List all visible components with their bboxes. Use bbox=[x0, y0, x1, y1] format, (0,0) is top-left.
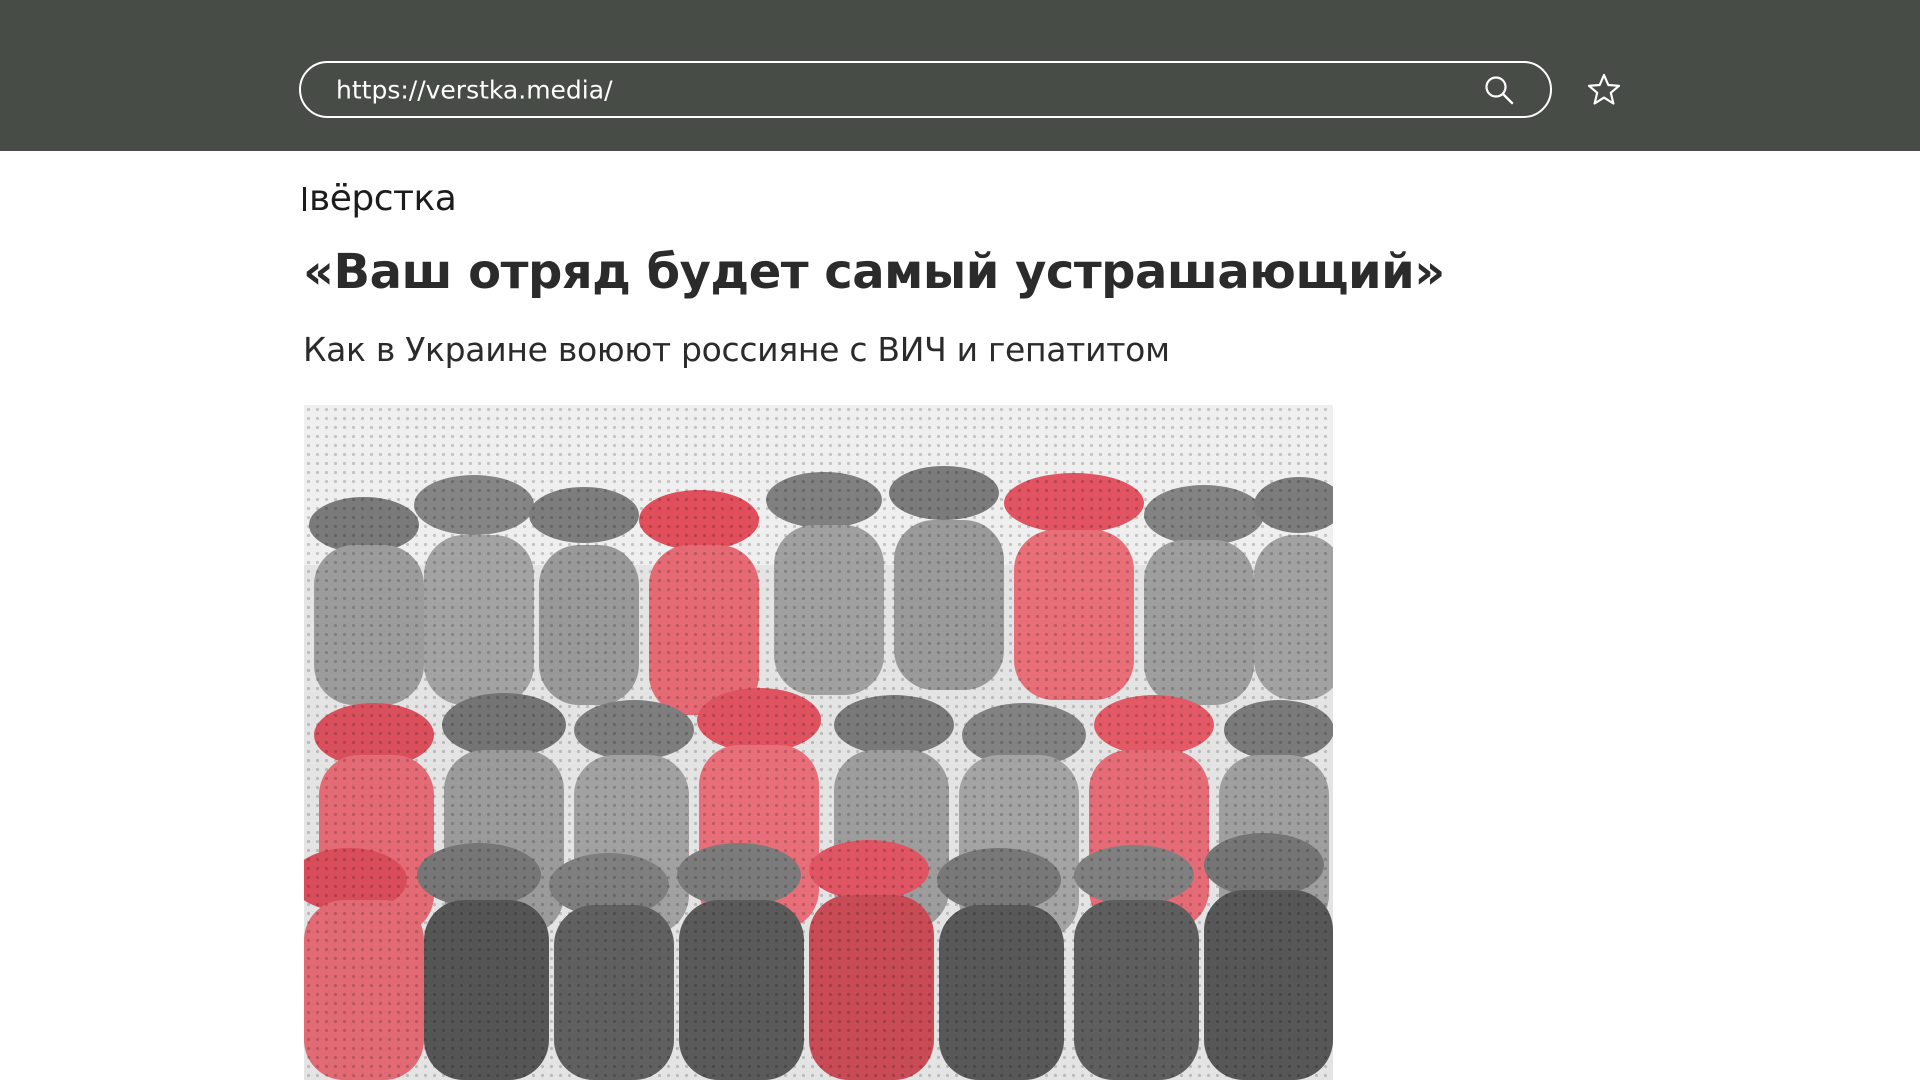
search-icon[interactable] bbox=[1483, 74, 1515, 106]
article-subheadline: Как в Украине воюют россияне с ВИЧ и геп… bbox=[303, 330, 1170, 369]
article-headline: «Ваш отряд будет самый устрашающий» bbox=[303, 244, 1445, 300]
address-bar[interactable]: https://verstka.media/ bbox=[299, 61, 1552, 118]
logo-mark bbox=[303, 187, 306, 211]
url-text[interactable]: https://verstka.media/ bbox=[336, 75, 613, 104]
logo-text: вёрстка bbox=[309, 178, 457, 219]
article-hero-image bbox=[304, 405, 1333, 1080]
hero-illustration bbox=[304, 405, 1333, 1080]
browser-toolbar: https://verstka.media/ bbox=[0, 0, 1920, 151]
star-icon[interactable] bbox=[1586, 72, 1622, 108]
site-logo[interactable]: вёрстка bbox=[303, 178, 457, 219]
